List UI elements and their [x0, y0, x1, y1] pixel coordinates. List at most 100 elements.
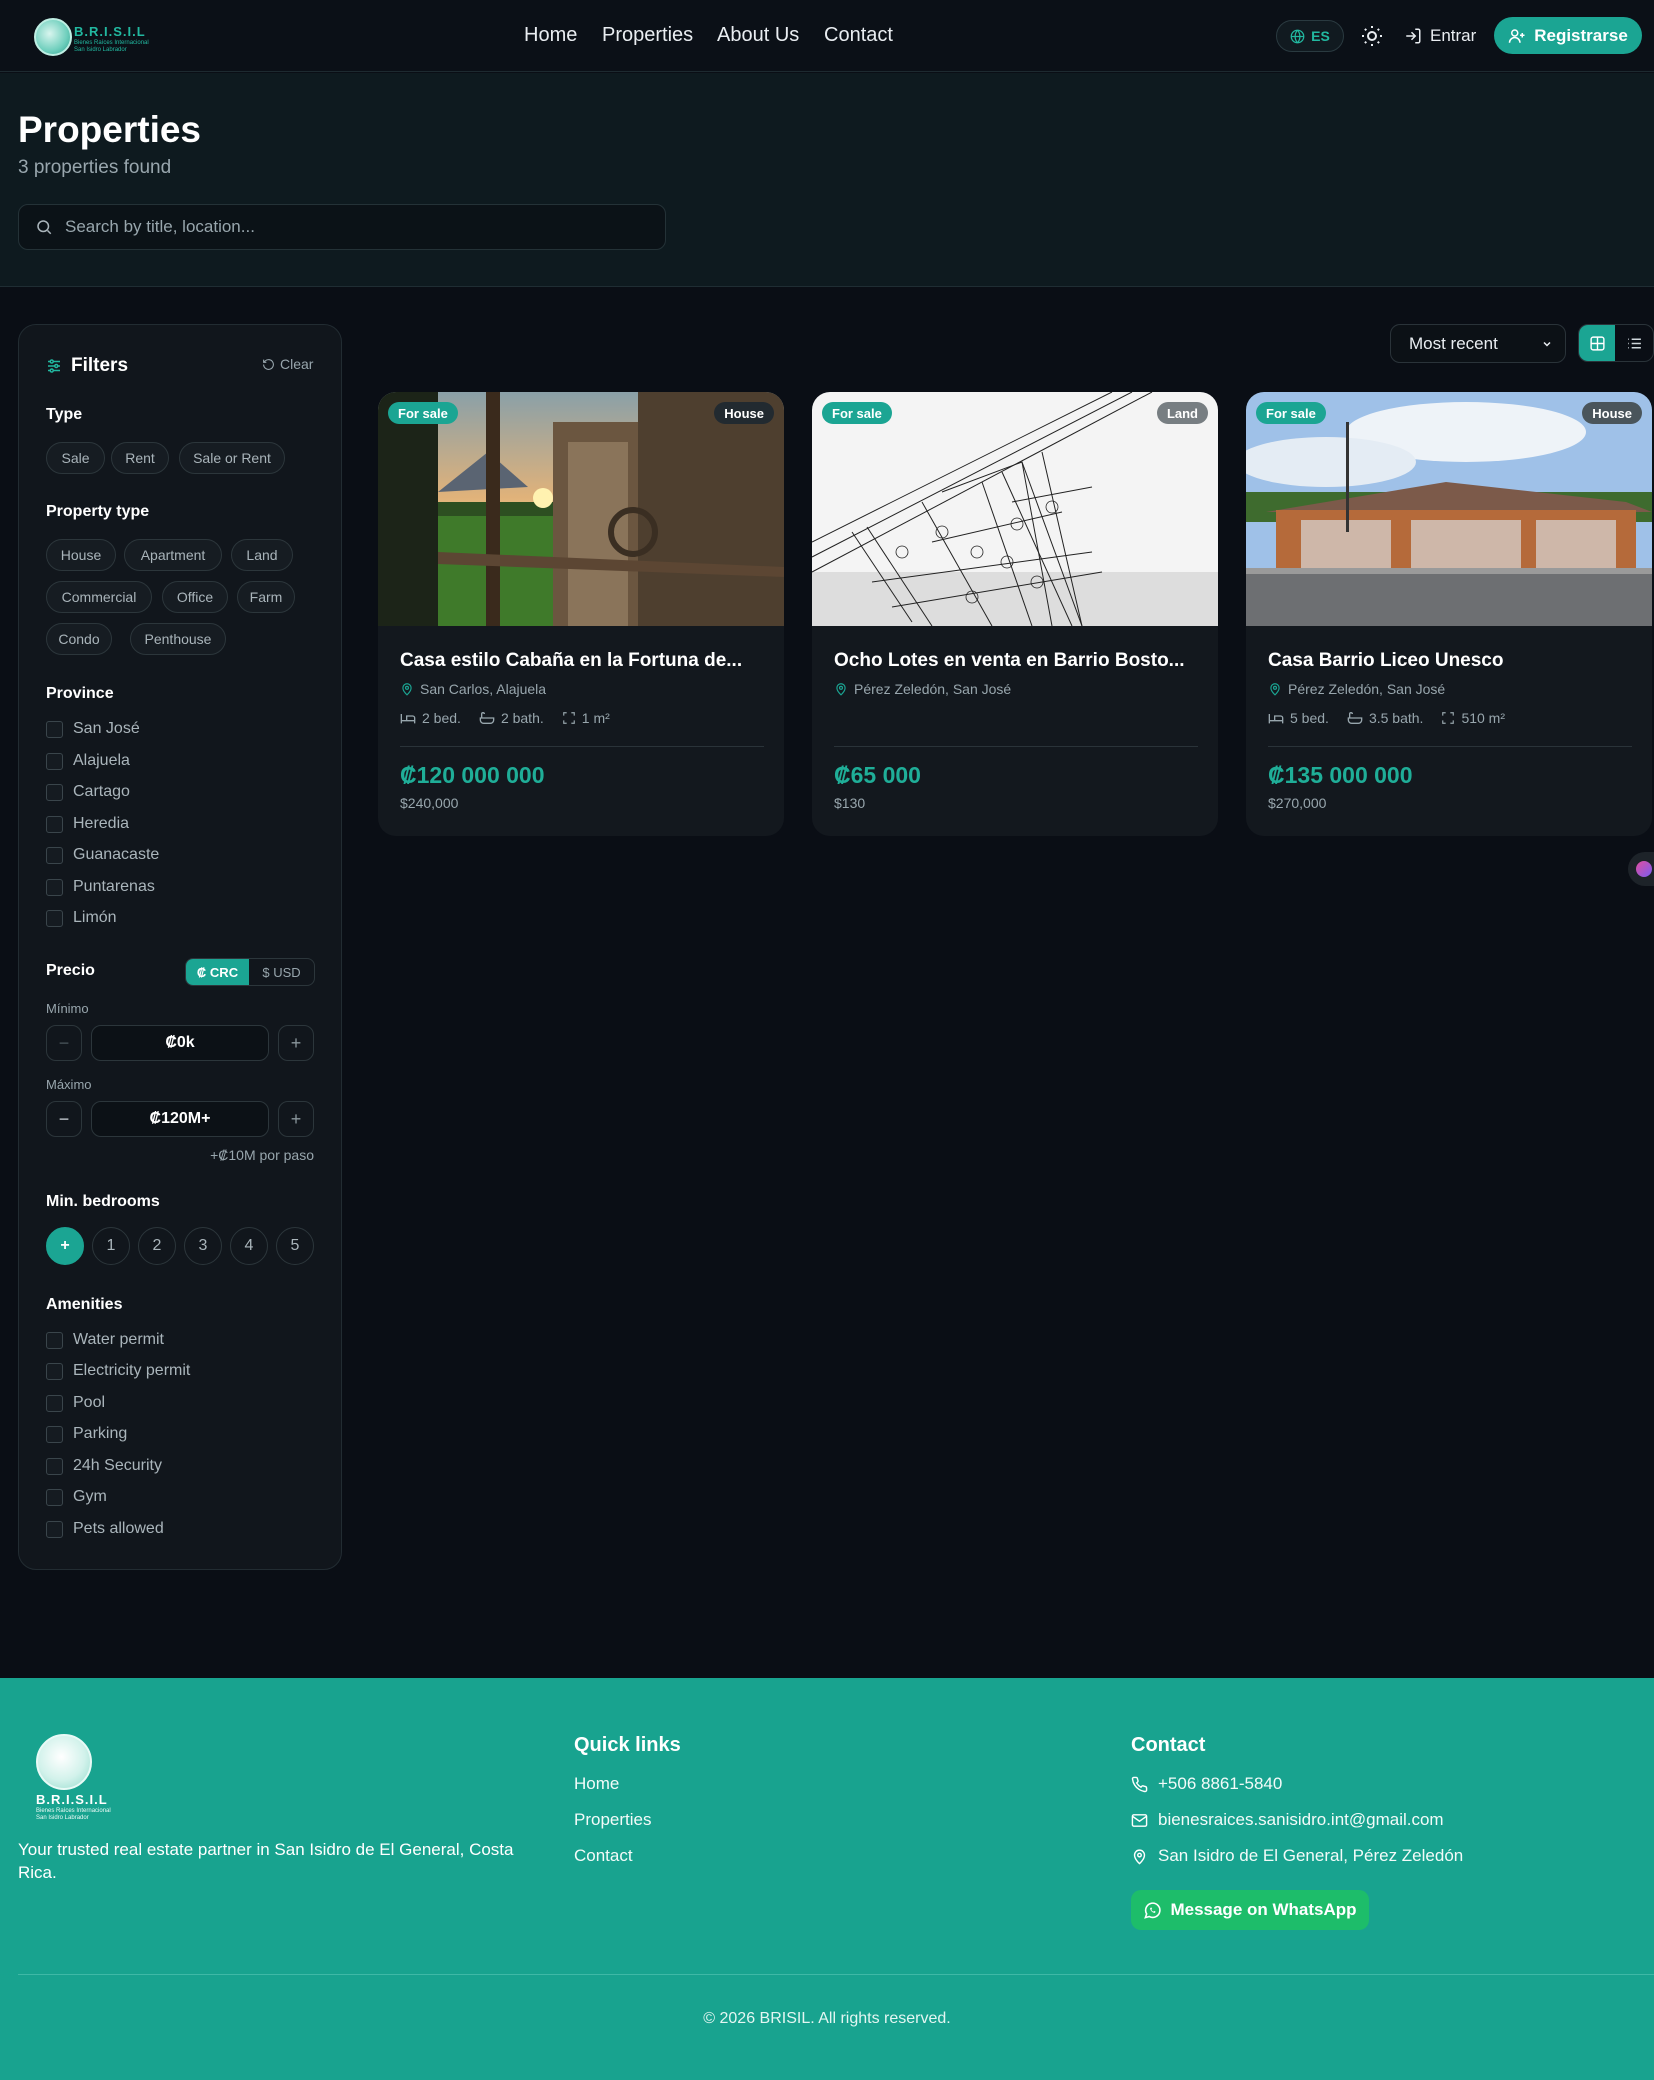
type-chip-sale-or-rent[interactable]: Sale or Rent: [179, 442, 285, 474]
checkbox[interactable]: [46, 1331, 63, 1349]
language-toggle[interactable]: ES: [1276, 20, 1344, 52]
amenity-pets[interactable]: Pets allowed: [46, 1520, 164, 1538]
max-decrement-button[interactable]: −: [46, 1101, 82, 1137]
currency-usd-button[interactable]: $ USD: [249, 959, 314, 985]
grid-view-button[interactable]: [1579, 325, 1615, 361]
bedrooms-4-button[interactable]: 4: [230, 1227, 268, 1265]
brand-logo-icon[interactable]: [34, 18, 72, 56]
checkbox[interactable]: [46, 815, 63, 833]
checkbox[interactable]: [46, 1362, 63, 1380]
province-san-jose[interactable]: San José: [46, 720, 140, 738]
max-increment-button[interactable]: +: [278, 1101, 314, 1137]
amenity-water-permit[interactable]: Water permit: [46, 1331, 164, 1349]
province-label-text: Guanacaste: [73, 846, 160, 863]
whatsapp-button[interactable]: Message on WhatsApp: [1131, 1890, 1369, 1930]
property-title[interactable]: Ocho Lotes en venta en Barrio Bosto...: [834, 650, 1198, 672]
globe-icon: [1290, 29, 1305, 43]
province-guanacaste[interactable]: Guanacaste: [46, 846, 159, 864]
price-crc: ₡135 000 000: [1268, 762, 1413, 788]
nav-contact[interactable]: Contact: [824, 24, 893, 47]
amenity-security[interactable]: 24h Security: [46, 1457, 162, 1475]
min-decrement-button[interactable]: −: [46, 1025, 82, 1061]
checkbox[interactable]: [46, 1520, 63, 1538]
max-price-value[interactable]: ₡120M+: [91, 1101, 269, 1137]
bedrooms-3-button[interactable]: 3: [184, 1227, 222, 1265]
area-spec: 1 m²: [562, 710, 610, 726]
checkbox[interactable]: [46, 1457, 63, 1475]
login-button[interactable]: Entrar: [1404, 18, 1476, 54]
footer-link-properties[interactable]: Properties: [574, 1810, 651, 1830]
checkbox[interactable]: [46, 878, 63, 896]
bedrooms-1-button[interactable]: 1: [92, 1227, 130, 1265]
ptype-chip-land[interactable]: Land: [231, 539, 293, 571]
clear-filters-button[interactable]: Clear: [262, 356, 313, 372]
min-price-value[interactable]: ₡0k: [91, 1025, 269, 1061]
property-title[interactable]: Casa estilo Cabaña en la Fortuna de...: [400, 650, 764, 672]
ptype-chip-commercial[interactable]: Commercial: [46, 581, 152, 613]
theme-toggle[interactable]: [1360, 24, 1384, 48]
property-card[interactable]: For sale House Casa Barrio Liceo Unesco …: [1246, 392, 1652, 836]
amenity-parking[interactable]: Parking: [46, 1425, 127, 1443]
bedrooms-any-button[interactable]: +: [46, 1227, 84, 1265]
sort-select[interactable]: Most recent: [1390, 324, 1566, 363]
currency-crc-button[interactable]: ₡ CRC: [186, 959, 250, 985]
house-street-image: [1246, 392, 1652, 626]
divider: [400, 746, 764, 747]
checkbox[interactable]: [46, 1394, 63, 1412]
checkbox[interactable]: [46, 909, 63, 927]
bedrooms-label: Min. bedrooms: [46, 1193, 160, 1210]
ptype-chip-penthouse[interactable]: Penthouse: [130, 623, 226, 655]
register-button[interactable]: Registrarse: [1494, 17, 1642, 54]
amenity-electricity-permit[interactable]: Electricity permit: [46, 1362, 190, 1380]
contact-email[interactable]: bienesraices.sanisidro.int@gmail.com: [1131, 1810, 1444, 1830]
amenity-gym[interactable]: Gym: [46, 1488, 107, 1506]
bedrooms-5-button[interactable]: 5: [276, 1227, 314, 1265]
property-photo[interactable]: [378, 392, 784, 626]
top-header: B.R.I.S.I.L Bienes Raíces Internacional S…: [0, 0, 1654, 72]
checkbox[interactable]: [46, 1488, 63, 1506]
province-limon[interactable]: Limón: [46, 909, 117, 927]
province-heredia[interactable]: Heredia: [46, 815, 129, 833]
price-step-note: +₡10M por paso: [210, 1147, 314, 1163]
ptype-chip-apartment[interactable]: Apartment: [124, 539, 222, 571]
bedrooms-2-button[interactable]: 2: [138, 1227, 176, 1265]
min-increment-button[interactable]: +: [278, 1025, 314, 1061]
contact-phone[interactable]: +506 8861-5840: [1131, 1774, 1282, 1794]
footer-logo-icon[interactable]: [36, 1734, 92, 1790]
divider: [834, 746, 1198, 747]
footer-link-home[interactable]: Home: [574, 1774, 619, 1794]
property-title[interactable]: Casa Barrio Liceo Unesco: [1268, 650, 1632, 672]
property-photo[interactable]: [812, 392, 1218, 626]
bath-icon: [1347, 712, 1363, 724]
nav-about[interactable]: About Us: [717, 24, 799, 47]
province-label-text: Puntarenas: [73, 878, 155, 895]
list-view-button[interactable]: [1615, 325, 1653, 361]
location-text: Pérez Zeledón, San José: [854, 681, 1012, 697]
province-cartago[interactable]: Cartago: [46, 783, 130, 801]
province-alajuela[interactable]: Alajuela: [46, 752, 130, 770]
checkbox[interactable]: [46, 1425, 63, 1443]
checkbox[interactable]: [46, 752, 63, 770]
map-pin-icon: [836, 683, 846, 696]
type-chip-rent[interactable]: Rent: [111, 442, 169, 474]
ptype-chip-farm[interactable]: Farm: [237, 581, 295, 613]
checkbox[interactable]: [46, 846, 63, 864]
property-card[interactable]: For sale House Casa estilo Cabaña en la …: [378, 392, 784, 836]
nav-properties[interactable]: Properties: [602, 24, 693, 47]
search-input[interactable]: [65, 217, 625, 237]
nav-home[interactable]: Home: [524, 24, 577, 47]
checkbox[interactable]: [46, 720, 63, 738]
property-card[interactable]: For sale Land Ocho Lotes en venta en Bar…: [812, 392, 1218, 836]
checkbox[interactable]: [46, 783, 63, 801]
amenity-pool[interactable]: Pool: [46, 1394, 105, 1412]
ptype-chip-office[interactable]: Office: [162, 581, 228, 613]
ptype-chip-condo[interactable]: Condo: [46, 623, 112, 655]
type-chip-sale[interactable]: Sale: [46, 442, 105, 474]
province-puntarenas[interactable]: Puntarenas: [46, 878, 155, 896]
property-photo[interactable]: [1246, 392, 1652, 626]
floating-assistant-button[interactable]: [1628, 852, 1654, 886]
ptype-chip-house[interactable]: House: [46, 539, 116, 571]
footer-link-contact[interactable]: Contact: [574, 1846, 633, 1866]
map-pin-icon: [1133, 1848, 1146, 1865]
brand-subtitle: Bienes Raíces Internacional San Isidro La…: [74, 40, 149, 54]
